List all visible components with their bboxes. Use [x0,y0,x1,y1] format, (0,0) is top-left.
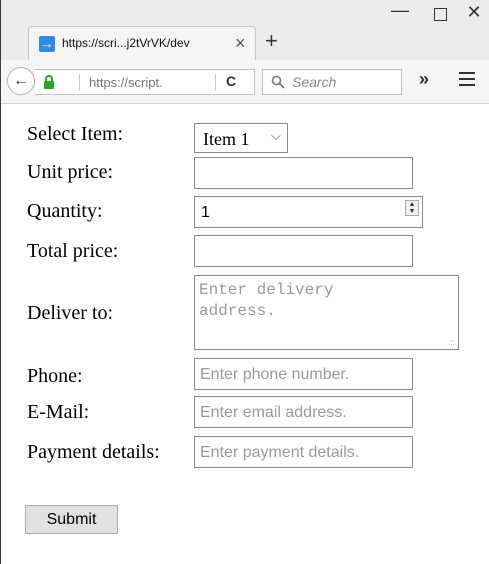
hamburger-menu-icon[interactable] [459,72,475,90]
tab-title: https://scri...j2tVrVK/dev [62,36,190,50]
address-bar[interactable]: https://script. C [35,69,255,95]
email-placeholder: Enter email address. [200,404,347,421]
total-price-label: Total price: [27,240,119,262]
browser-window: → https://scri...j2tVrVK/dev × + — ✕ ← h… [0,0,489,564]
chevron-down-icon: ⌵ [271,128,281,143]
delivery-address-placeholder: Enter delivery address. [199,281,334,320]
close-window-button[interactable]: ✕ [459,2,489,23]
back-button[interactable]: ← [7,67,35,95]
new-tab-button[interactable]: + [265,28,278,54]
arrow-right-icon: → [39,36,55,52]
search-icon [271,75,285,89]
phone-label: Phone: [27,365,83,387]
url-separator [79,74,80,91]
maximize-button[interactable] [425,2,455,26]
phone-placeholder: Enter phone number. [200,366,350,383]
reload-icon[interactable]: C [226,73,236,89]
email-label: E-Mail: [27,401,90,423]
reload-separator [215,74,216,91]
payment-details-label: Payment details: [27,441,160,463]
title-bar: → https://scri...j2tVrVK/dev × + — ✕ [1,0,489,60]
submit-button[interactable]: Submit [25,505,118,534]
email-input[interactable]: Enter email address. [194,396,413,428]
total-price-input[interactable] [194,235,413,267]
unit-price-label: Unit price: [27,161,114,183]
minimize-button[interactable]: — [385,0,415,21]
select-item-value: Item 1 [203,129,250,149]
search-placeholder: Search [292,74,337,90]
quantity-stepper[interactable]: 1 ▲ ▼ [194,196,423,228]
unit-price-input[interactable] [194,157,413,189]
lock-icon [44,75,54,89]
tab-close-icon[interactable]: × [235,33,246,54]
url-text: https://script. [89,75,163,90]
maximize-icon [433,8,447,21]
quantity-label: Quantity: [27,200,103,222]
quantity-value: 1 [201,204,210,221]
deliver-to-label: Deliver to: [27,302,114,324]
resize-grip-icon[interactable]: .:: [448,338,455,347]
delivery-address-textarea[interactable]: Enter delivery address. .:: [194,275,459,350]
browser-tab[interactable]: → https://scri...j2tVrVK/dev × [28,26,256,60]
payment-details-placeholder: Enter payment details. [200,444,360,461]
navigation-bar: ← https://script. C Search » [1,60,489,104]
page-content: Select Item: Item 1 ⌵ Unit price: Quanti… [1,104,489,564]
overflow-button[interactable]: » [419,69,429,90]
phone-input[interactable]: Enter phone number. [194,358,413,390]
stepper-arrows-icon[interactable]: ▲ ▼ [405,200,419,216]
select-item-label: Select Item: [27,123,124,145]
select-item-dropdown[interactable]: Item 1 ⌵ [194,123,288,153]
search-bar[interactable]: Search [262,69,402,95]
payment-details-input[interactable]: Enter payment details. [194,436,413,468]
